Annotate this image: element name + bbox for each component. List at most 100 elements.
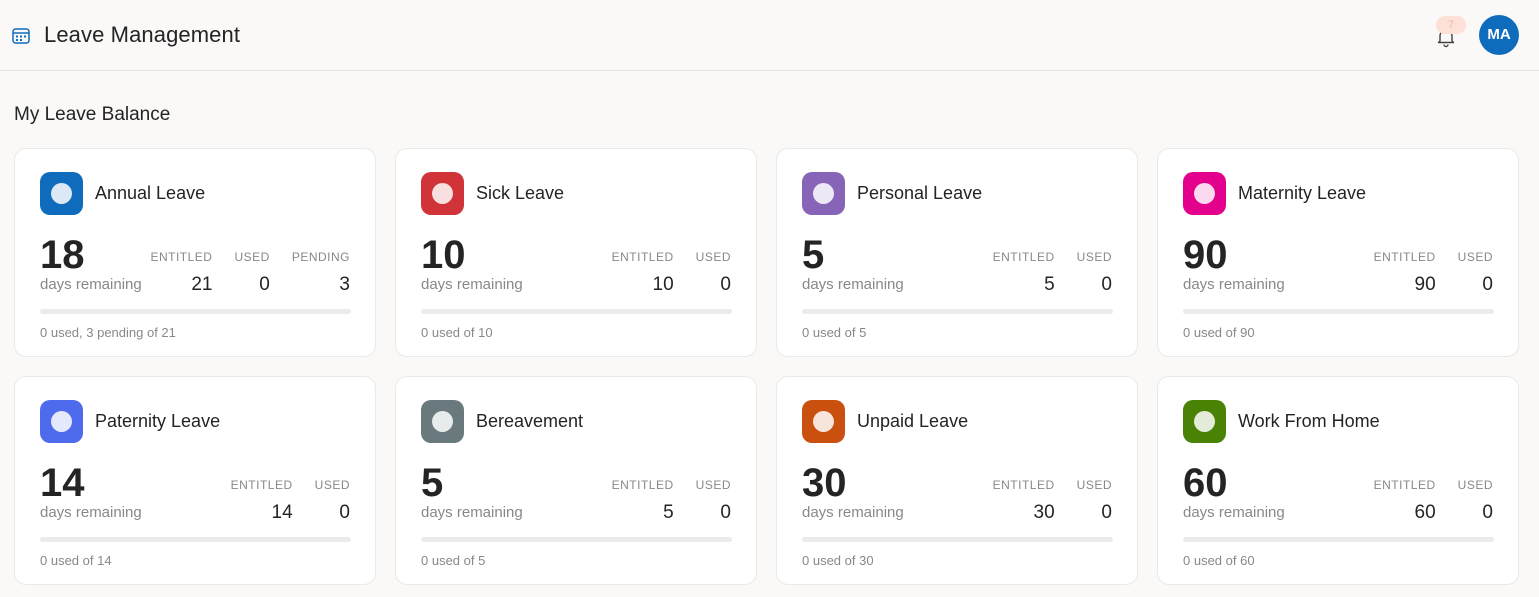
used-stat: USED 0 xyxy=(1458,250,1493,296)
used-stat: USED 0 xyxy=(696,478,731,524)
entitled-value: 21 xyxy=(191,274,213,295)
used-value: 0 xyxy=(1101,274,1112,295)
pending-value: 3 xyxy=(339,274,350,295)
used-stat: USED 0 xyxy=(315,478,350,524)
used-value: 0 xyxy=(720,502,731,523)
entitled-stat: ENTITLED 90 xyxy=(1374,250,1436,296)
days-remaining-label: days remaining xyxy=(421,276,523,293)
used-label: USED xyxy=(695,250,731,264)
leave-card[interactable]: Maternity Leave 90 days remaining ENTITL… xyxy=(1157,148,1519,357)
usage-progress-bar xyxy=(421,309,732,314)
usage-progress-bar xyxy=(40,537,351,542)
entitled-stat: ENTITLED 10 xyxy=(612,250,674,296)
leave-type-icon xyxy=(421,172,464,215)
used-value: 0 xyxy=(1482,274,1493,295)
days-remaining-value: 5 xyxy=(802,233,825,277)
leave-card-title: Paternity Leave xyxy=(95,411,221,431)
usage-progress-bar xyxy=(802,309,1113,314)
days-remaining-value: 30 xyxy=(802,461,847,505)
leave-type-dot-icon xyxy=(813,183,834,204)
entitled-stat: ENTITLED 21 xyxy=(150,250,212,296)
days-remaining-value: 10 xyxy=(421,233,466,277)
used-stat: USED 0 xyxy=(234,250,269,296)
days-remaining-value: 60 xyxy=(1183,461,1228,505)
usage-summary: 0 used of 10 xyxy=(421,325,493,340)
days-remaining-value: 90 xyxy=(1183,233,1228,277)
top-bar: Leave Management 7 MA xyxy=(0,0,1539,71)
days-remaining-label: days remaining xyxy=(802,504,904,521)
leave-card[interactable]: Annual Leave 18 days remaining ENTITLED … xyxy=(14,148,376,357)
leave-card-title: Maternity Leave xyxy=(1238,183,1367,203)
entitled-label: ENTITLED xyxy=(992,250,1055,264)
used-stat: USED 0 xyxy=(696,250,731,296)
entitled-value: 60 xyxy=(1414,502,1436,523)
days-remaining-value: 14 xyxy=(40,461,85,505)
usage-summary: 0 used of 5 xyxy=(421,553,486,568)
used-value: 0 xyxy=(1101,502,1112,523)
used-stat: USED 0 xyxy=(1077,478,1112,524)
used-stat: USED 0 xyxy=(1077,250,1112,296)
leave-card-title: Unpaid Leave xyxy=(857,411,969,431)
leave-card[interactable]: Paternity Leave 14 days remaining ENTITL… xyxy=(14,376,376,585)
usage-summary: 0 used of 5 xyxy=(802,325,867,340)
leave-card-title: Work From Home xyxy=(1238,411,1380,431)
calendar-icon xyxy=(12,28,30,44)
used-label: USED xyxy=(1457,250,1493,264)
leave-stats: ENTITLED 21 USED 0 PENDING 3 xyxy=(150,250,350,296)
days-remaining-label: days remaining xyxy=(1183,276,1285,293)
used-label: USED xyxy=(1457,478,1493,492)
leave-stats: ENTITLED 90 USED 0 xyxy=(1374,250,1493,296)
leave-type-icon xyxy=(1183,400,1226,443)
usage-progress-bar xyxy=(802,537,1113,542)
pending-label: PENDING xyxy=(291,250,350,264)
entitled-label: ENTITLED xyxy=(611,250,674,264)
leave-card-title: Annual Leave xyxy=(95,183,206,203)
used-value: 0 xyxy=(339,502,350,523)
leave-type-dot-icon xyxy=(1194,183,1215,204)
entitled-stat: ENTITLED 5 xyxy=(612,478,674,524)
entitled-value: 90 xyxy=(1414,274,1436,295)
notification-count-badge[interactable]: 7 xyxy=(1436,16,1466,34)
used-value: 0 xyxy=(720,274,731,295)
leave-card-title: Sick Leave xyxy=(476,183,565,203)
leave-card[interactable]: Personal Leave 5 days remaining ENTITLED… xyxy=(776,148,1138,357)
leave-stats: ENTITLED 5 USED 0 xyxy=(993,250,1112,296)
entitled-value: 14 xyxy=(271,502,293,523)
leave-card[interactable]: Unpaid Leave 30 days remaining ENTITLED … xyxy=(776,376,1138,585)
leave-card[interactable]: Bereavement 5 days remaining ENTITLED 5 … xyxy=(395,376,757,585)
days-remaining-label: days remaining xyxy=(802,276,904,293)
leave-card[interactable]: Sick Leave 10 days remaining ENTITLED 10… xyxy=(395,148,757,357)
usage-summary: 0 used of 60 xyxy=(1183,553,1255,568)
used-label: USED xyxy=(314,478,350,492)
days-remaining-label: days remaining xyxy=(421,504,523,521)
leave-stats: ENTITLED 10 USED 0 xyxy=(612,250,731,296)
entitled-label: ENTITLED xyxy=(150,250,213,264)
days-remaining-label: days remaining xyxy=(1183,504,1285,521)
app-title: Leave Management xyxy=(44,22,241,47)
user-avatar[interactable]: MA xyxy=(1479,15,1519,55)
days-remaining-label: days remaining xyxy=(40,504,142,521)
entitled-value: 30 xyxy=(1033,502,1055,523)
usage-progress-bar xyxy=(40,309,351,314)
leave-stats: ENTITLED 60 USED 0 xyxy=(1374,478,1493,524)
leave-type-icon xyxy=(802,172,845,215)
leave-card-title: Personal Leave xyxy=(857,183,983,203)
days-remaining-value: 5 xyxy=(421,461,444,505)
days-remaining-value: 18 xyxy=(40,233,85,277)
usage-summary: 0 used of 30 xyxy=(802,553,874,568)
entitled-value: 5 xyxy=(663,502,674,523)
usage-summary: 0 used of 90 xyxy=(1183,325,1255,340)
entitled-value: 5 xyxy=(1044,274,1055,295)
leave-type-icon xyxy=(802,400,845,443)
leave-type-dot-icon xyxy=(51,183,72,204)
entitled-label: ENTITLED xyxy=(992,478,1055,492)
entitled-stat: ENTITLED 14 xyxy=(231,478,293,524)
leave-type-icon xyxy=(421,400,464,443)
used-label: USED xyxy=(234,250,270,264)
entitled-label: ENTITLED xyxy=(1373,250,1436,264)
leave-card[interactable]: Work From Home 60 days remaining ENTITLE… xyxy=(1157,376,1519,585)
leave-card-title: Bereavement xyxy=(476,411,584,431)
usage-progress-bar xyxy=(1183,537,1494,542)
entitled-label: ENTITLED xyxy=(230,478,293,492)
leave-type-dot-icon xyxy=(432,411,453,432)
